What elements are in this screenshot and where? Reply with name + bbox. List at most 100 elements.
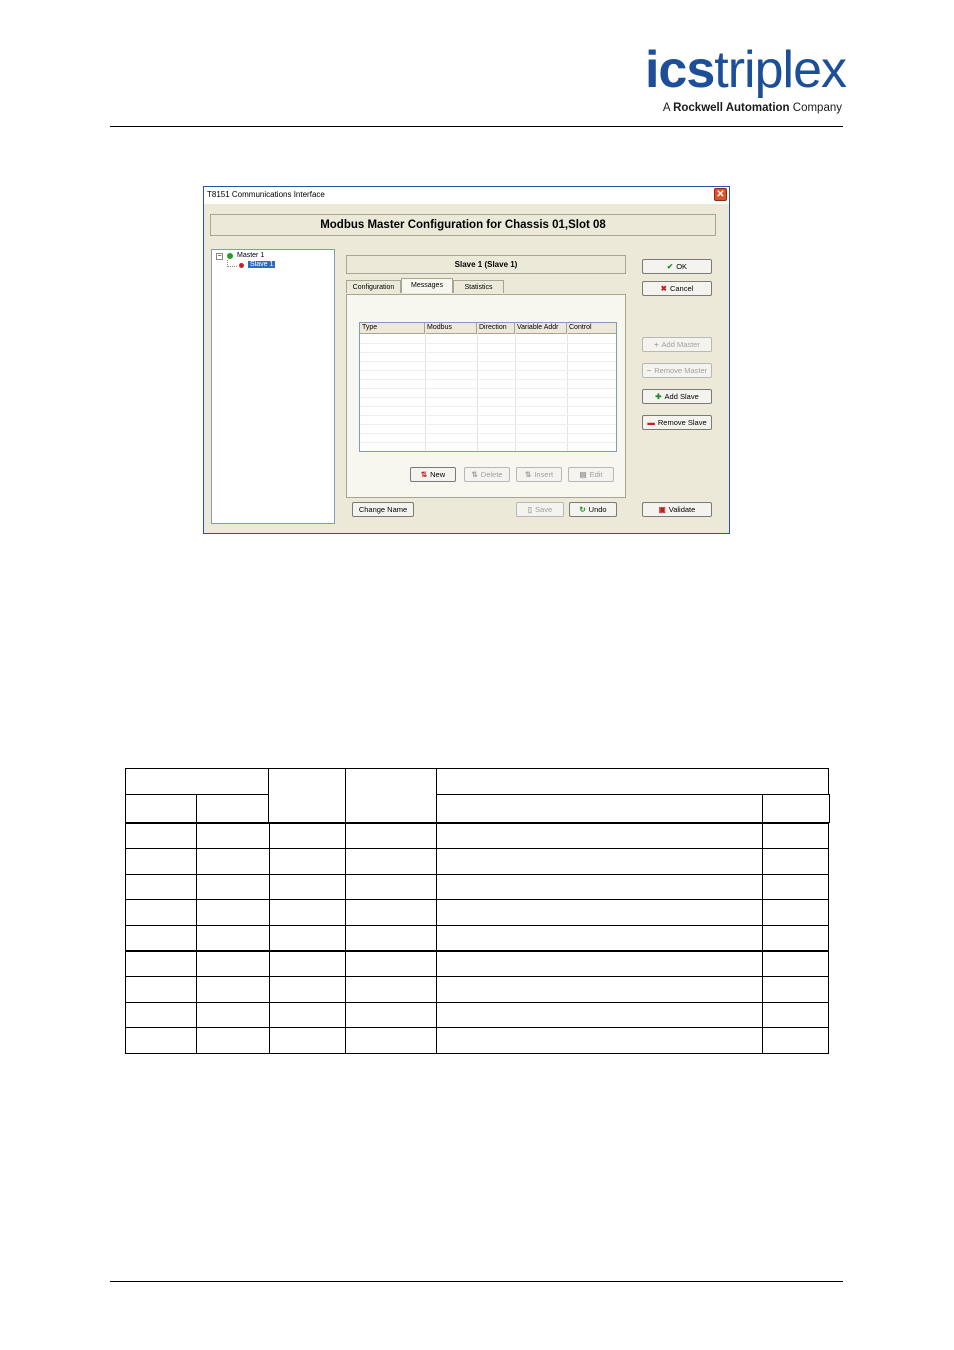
table-cell (125, 873, 197, 901)
tree-item-slave[interactable]: Slave 1 (248, 261, 276, 268)
table-cell (196, 1027, 270, 1054)
insert-button-label: Insert (534, 470, 554, 479)
table-cell (269, 1001, 346, 1029)
table-cell (269, 848, 346, 875)
table-cell (345, 924, 437, 952)
table-cell (762, 899, 829, 926)
column-header-type[interactable]: Type (360, 323, 425, 333)
table-cell (345, 1001, 437, 1029)
grid-row-line (360, 361, 616, 362)
header-divider (110, 126, 843, 127)
table-header-cell (345, 768, 437, 823)
table-cell (196, 1001, 270, 1029)
undo-button[interactable]: ↻ Undo (569, 502, 617, 517)
delete-message-icon: ⇅ (471, 470, 478, 479)
master-status-icon (227, 253, 233, 259)
insert-button[interactable]: ⇅ Insert (516, 467, 562, 482)
column-header-variable-addr[interactable]: Variable Addr (515, 323, 567, 333)
company-logo: icstriplex A Rockwell Automation Company (610, 41, 847, 122)
table-cell (196, 822, 270, 850)
table-cell (436, 924, 763, 952)
table-cell (762, 924, 829, 952)
table-cell (196, 899, 270, 926)
table-cell (762, 976, 829, 1003)
grid-row-line (360, 442, 616, 443)
table-cell (436, 1001, 763, 1029)
remove-slave-button[interactable]: ▬ Remove Slave (642, 415, 712, 430)
table-cell (269, 873, 346, 901)
change-name-button[interactable]: Change Name (352, 502, 414, 517)
cancel-button[interactable]: ✖ Cancel (642, 281, 712, 296)
tab-statistics[interactable]: Statistics (453, 280, 504, 293)
dialog-header: Modbus Master Configuration for Chassis … (210, 214, 716, 236)
table-header-cell (436, 794, 763, 823)
new-message-icon: ⇅ (420, 470, 428, 479)
table-cell (269, 950, 346, 978)
table-cell (125, 1001, 197, 1029)
grid-row-line (360, 352, 616, 353)
column-header-control[interactable]: Control (567, 323, 616, 333)
table-cell (345, 899, 437, 926)
table-cell (196, 976, 270, 1003)
remove-slave-label: Remove Slave (657, 418, 707, 427)
ok-button[interactable]: ✔ OK (642, 259, 712, 274)
column-header-direction[interactable]: Direction (477, 323, 515, 333)
delete-button-label: Delete (480, 470, 503, 479)
grid-row-line (360, 379, 616, 380)
add-slave-button[interactable]: ✚ Add Slave (642, 389, 712, 404)
add-slave-label: Add Slave (664, 392, 699, 401)
column-header-modbus[interactable]: Modbus (425, 323, 477, 333)
dialog-window: T8151 Communications Interface ✕ Modbus … (203, 186, 730, 534)
tree-connector (227, 266, 237, 268)
table-cell (125, 1027, 197, 1054)
table-cell (269, 1027, 346, 1054)
table-cell (196, 924, 270, 952)
save-icon: ▯ (527, 505, 533, 514)
tab-messages[interactable]: Messages (401, 278, 453, 293)
tree-view[interactable]: − Master 1 Slave 1 (211, 249, 335, 524)
table-header-cell (762, 794, 830, 823)
edit-button[interactable]: ▤ Edit (568, 467, 614, 482)
table-cell (436, 1027, 763, 1054)
table-cell (345, 950, 437, 978)
tree-collapse-icon[interactable]: − (216, 253, 223, 260)
tree-item-master[interactable]: Master 1 (237, 252, 264, 259)
save-button-label: Save (535, 505, 553, 514)
table-cell (345, 873, 437, 901)
table-cell (345, 1027, 437, 1054)
document-table (125, 768, 830, 1054)
grid-header: Type Modbus Direction Variable Addr Cont… (360, 323, 616, 334)
footer-divider (110, 1281, 843, 1282)
plus-icon: ✚ (655, 392, 662, 401)
plus-icon: + (654, 340, 659, 349)
table-header-cell (268, 768, 346, 823)
tab-configuration[interactable]: Configuration (346, 280, 401, 293)
save-button[interactable]: ▯ Save (516, 502, 564, 517)
table-cell (762, 950, 829, 978)
table-cell (345, 976, 437, 1003)
undo-button-label: Undo (588, 505, 607, 514)
ok-button-label: OK (676, 262, 688, 271)
messages-grid[interactable]: Type Modbus Direction Variable Addr Cont… (359, 322, 617, 452)
delete-button[interactable]: ⇅ Delete (464, 467, 510, 482)
validate-button[interactable]: ▣ Validate (642, 502, 712, 517)
x-icon: ✖ (660, 284, 667, 293)
table-cell (196, 848, 270, 875)
messages-panel: Type Modbus Direction Variable Addr Cont… (346, 294, 626, 498)
remove-master-button[interactable]: − Remove Master (642, 363, 712, 378)
table-cell (762, 1027, 829, 1054)
add-master-label: Add Master (661, 340, 700, 349)
new-button[interactable]: ⇅ New (410, 467, 456, 482)
new-button-label: New (430, 470, 446, 479)
logo-wordmark: icstriplex (644, 41, 847, 99)
table-cell (125, 848, 197, 875)
edit-message-icon: ▤ (579, 470, 587, 479)
table-cell (125, 924, 197, 952)
add-master-button[interactable]: + Add Master (642, 337, 712, 352)
grid-row-line (360, 415, 616, 416)
table-header-cell (436, 768, 829, 795)
table-cell (125, 899, 197, 926)
table-cell (269, 976, 346, 1003)
grid-row-line (360, 370, 616, 371)
close-button[interactable]: ✕ (714, 188, 727, 201)
